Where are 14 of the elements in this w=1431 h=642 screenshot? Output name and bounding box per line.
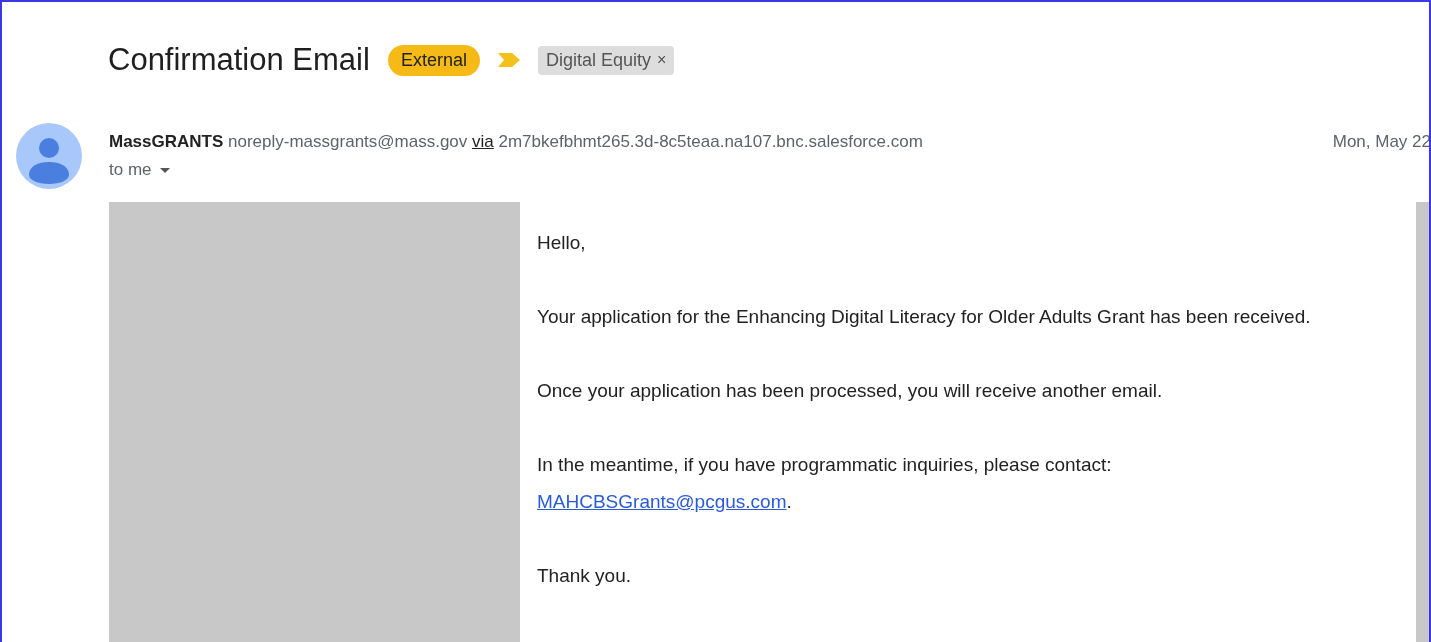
recipient-dropdown[interactable]: to me — [109, 160, 170, 180]
body-paragraph: Your application for the Enhancing Digital Literacy for Older Adults Grant has been received. — [537, 305, 1312, 329]
email-subject: Confirmation Email — [108, 42, 370, 78]
body-paragraph: Once your application has been processed, you will receive another email. — [537, 379, 1164, 403]
avatar-icon — [16, 123, 82, 189]
body-paragraph: Thank you. — [537, 564, 632, 588]
email-link[interactable]: MAHCBSGrants@pcgus.com — [537, 491, 787, 512]
body-paragraph: Hello, — [537, 231, 587, 255]
importance-marker-icon[interactable] — [497, 53, 520, 67]
sender-line: MassGRANTS noreply-massgrants@mass.gov via 2m7bkefbhmt265.3d-8c5teaa.na107.bnc.salesforce.com — [109, 131, 923, 152]
external-badge: External — [387, 44, 480, 76]
caret-icon — [159, 167, 170, 173]
label-chip[interactable]: Digital Equity × — [537, 45, 675, 75]
body-paragraph: In the meantime, if you have programmatic inquiries, please contact: MAHCBSGrants@pcgus.com. — [537, 453, 1113, 514]
